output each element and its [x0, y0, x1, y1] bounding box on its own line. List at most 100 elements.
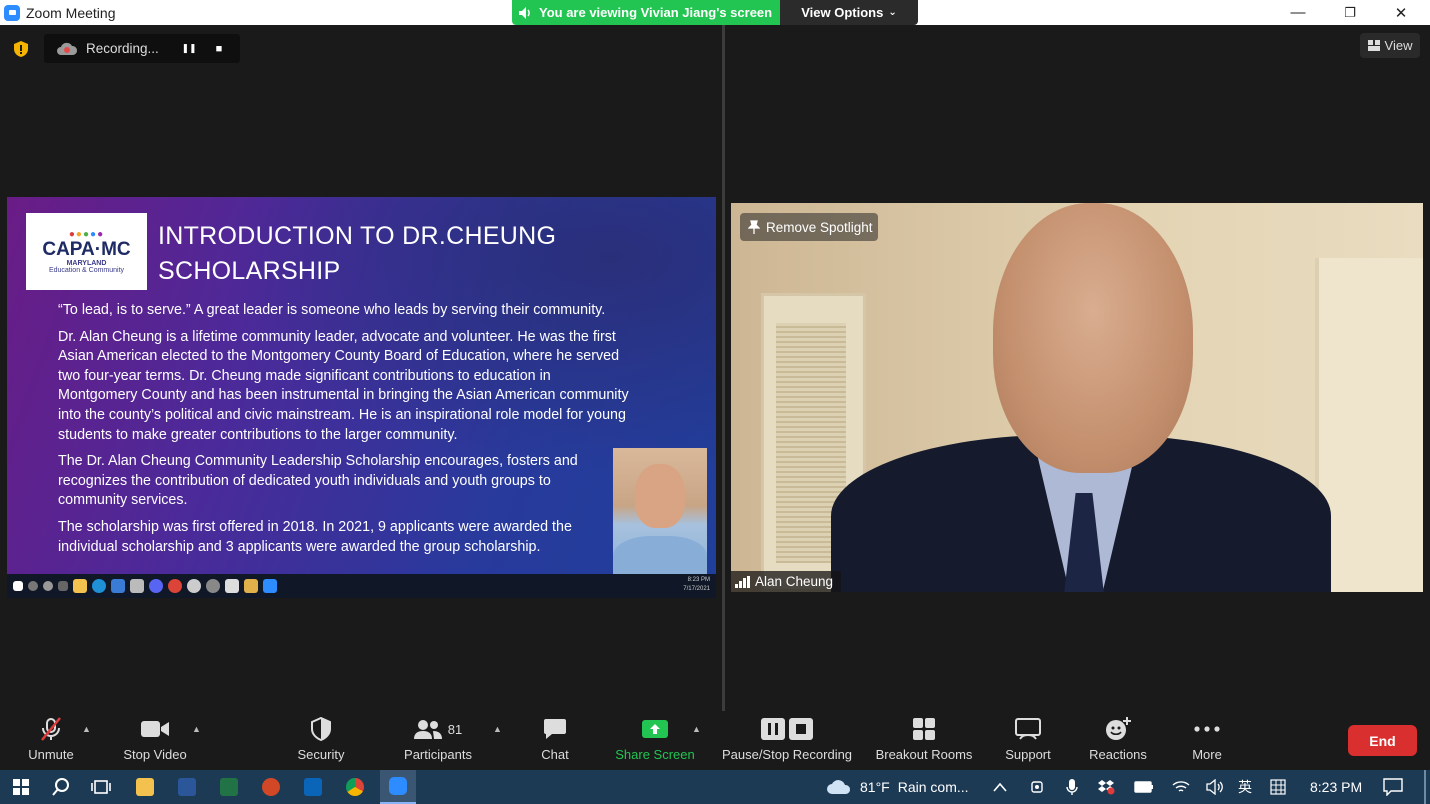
- unmute-button[interactable]: Unmute: [20, 711, 82, 770]
- security-button[interactable]: Security: [290, 711, 352, 770]
- viewing-screen-banner: You are viewing Vivian Jiang's screen: [512, 0, 780, 25]
- chrome-icon[interactable]: [340, 770, 370, 804]
- microphone-muted-icon: [41, 717, 61, 741]
- slide-title-line2: SCHOLARSHIP: [158, 257, 341, 285]
- recording-indicator: Recording... ❚❚ ■: [44, 34, 240, 63]
- chat-bubble-icon: [544, 719, 566, 739]
- powerpoint-icon[interactable]: [256, 770, 286, 804]
- reactions-label: Reactions: [1089, 747, 1147, 762]
- grid-view-icon: [1367, 40, 1380, 51]
- slide-paragraph: The scholarship was first offered in 201…: [58, 518, 572, 555]
- slide-body: “To lead, is to serve.” A great leader i…: [58, 301, 638, 564]
- split-divider[interactable]: [722, 25, 725, 711]
- weather-text: Rain com...: [897, 779, 969, 795]
- pause-icon: [761, 718, 785, 740]
- excel-icon[interactable]: [214, 770, 244, 804]
- chevron-up-icon[interactable]: ▲: [493, 724, 502, 734]
- show-desktop-button[interactable]: [1424, 770, 1426, 804]
- zoom-logo-icon: [4, 4, 20, 21]
- chat-button[interactable]: Chat: [530, 711, 580, 770]
- chevron-up-icon[interactable]: ▲: [692, 724, 701, 734]
- file-explorer-icon[interactable]: [130, 770, 160, 804]
- share-screen-label: Share Screen: [615, 747, 695, 762]
- more-dots-icon: [1194, 726, 1220, 732]
- keyboard-layout-icon[interactable]: [1270, 770, 1286, 804]
- pause-recording-button[interactable]: ❚❚: [178, 43, 200, 54]
- participant-name: Alan Cheung: [755, 574, 834, 589]
- security-label: Security: [297, 747, 345, 762]
- participant-name-label: Alan Cheung: [731, 571, 841, 592]
- view-options-button[interactable]: View Options ⌄: [780, 0, 918, 25]
- dropbox-icon[interactable]: [1097, 770, 1115, 804]
- outlook-icon[interactable]: [298, 770, 328, 804]
- slide-paragraph: Dr. Alan Cheung is a lifetime community …: [58, 328, 629, 443]
- remove-spotlight-label: Remove Spotlight: [766, 219, 873, 235]
- chevron-up-icon[interactable]: [993, 770, 1007, 804]
- recording-label: Recording...: [86, 41, 159, 56]
- slide-clock: 8:23 PM 7/17/2021: [683, 576, 710, 594]
- view-layout-button[interactable]: View: [1360, 33, 1420, 58]
- portrait-photo: [613, 448, 707, 576]
- input-method-indicator[interactable]: 英: [1238, 770, 1252, 804]
- logo-state: MARYLAND: [66, 260, 107, 267]
- shield-icon: [311, 717, 331, 741]
- viewing-text: You are viewing Vivian Jiang's screen: [539, 5, 773, 20]
- security-shield-icon[interactable]: [10, 38, 32, 60]
- more-button[interactable]: More: [1180, 711, 1234, 770]
- capa-mc-logo: ●●●●● CAPA·MC MARYLAND Education & Commu…: [26, 213, 147, 290]
- participants-button[interactable]: 81 Participants: [398, 711, 478, 770]
- restore-button[interactable]: ❐: [1327, 0, 1373, 25]
- slide-paragraph: The Dr. Alan Cheung Community Leadership…: [58, 453, 578, 509]
- breakout-rooms-button[interactable]: Breakout Rooms: [870, 711, 978, 770]
- task-view-icon[interactable]: [86, 770, 116, 804]
- cloud-icon: [827, 780, 851, 794]
- slide-paragraph: “To lead, is to serve.” A great leader i…: [58, 302, 606, 318]
- end-meeting-button[interactable]: End: [1348, 725, 1417, 756]
- breakout-rooms-label: Breakout Rooms: [875, 747, 973, 762]
- video-camera-icon: [141, 721, 169, 737]
- weather-temp: 81°F: [860, 779, 890, 795]
- microphone-icon[interactable]: [1066, 770, 1078, 804]
- pause-stop-recording-label: Pause/Stop Recording: [721, 747, 853, 762]
- stop-icon: [789, 718, 813, 740]
- shared-screen: ●●●●● CAPA·MC MARYLAND Education & Commu…: [7, 197, 716, 598]
- support-button[interactable]: Support: [998, 711, 1058, 770]
- meeting-toolbar: Unmute ▲ Stop Video ▲ Security 81 Partic…: [0, 711, 1430, 770]
- close-button[interactable]: ✕: [1378, 0, 1424, 25]
- volume-icon[interactable]: [1206, 770, 1224, 804]
- word-icon[interactable]: [172, 770, 202, 804]
- speaker-icon: [519, 6, 530, 19]
- chat-label: Chat: [541, 747, 569, 762]
- zoom-taskbar-icon[interactable]: [380, 770, 416, 804]
- notification-icon[interactable]: [1383, 770, 1403, 804]
- view-label: View: [1384, 38, 1413, 53]
- chevron-down-icon: ⌄: [888, 7, 897, 18]
- wifi-icon[interactable]: [1172, 770, 1190, 804]
- share-screen-button[interactable]: Share Screen: [612, 711, 698, 770]
- taskbar-clock[interactable]: 8:23 PM: [1310, 770, 1362, 804]
- meet-now-icon[interactable]: [1030, 770, 1046, 804]
- search-icon[interactable]: [46, 770, 76, 804]
- chevron-up-icon[interactable]: ▲: [192, 724, 201, 734]
- slide-clock-time: 8:23 PM: [687, 577, 710, 583]
- participants-label: Participants: [404, 747, 472, 762]
- stop-video-button[interactable]: Stop Video: [118, 711, 192, 770]
- reactions-button[interactable]: Reactions: [1084, 711, 1152, 770]
- minimize-button[interactable]: —: [1275, 0, 1321, 25]
- battery-icon[interactable]: [1134, 770, 1154, 804]
- breakout-rooms-icon: [913, 718, 935, 740]
- stop-recording-button[interactable]: ■: [208, 43, 230, 55]
- weather-widget[interactable]: 81°F Rain com...: [826, 770, 969, 804]
- reactions-smiley-icon: [1106, 717, 1131, 740]
- pause-stop-recording-button[interactable]: Pause/Stop Recording: [716, 711, 858, 770]
- slide-title: INTRODUCTION TO DR.CHEUNG SCHOLARSHIP: [158, 219, 578, 289]
- cloud-recording-icon: [57, 42, 78, 55]
- logo-subtitle: Education & Community: [48, 267, 125, 274]
- unmute-label: Unmute: [28, 747, 74, 762]
- chevron-up-icon[interactable]: ▲: [82, 724, 91, 734]
- support-screen-icon: [1015, 718, 1041, 740]
- windows-start-icon[interactable]: [6, 770, 36, 804]
- remove-spotlight-button[interactable]: Remove Spotlight: [740, 213, 878, 241]
- view-options-label: View Options: [801, 5, 884, 20]
- slide-taskbar: 8:23 PM 7/17/2021: [7, 574, 716, 598]
